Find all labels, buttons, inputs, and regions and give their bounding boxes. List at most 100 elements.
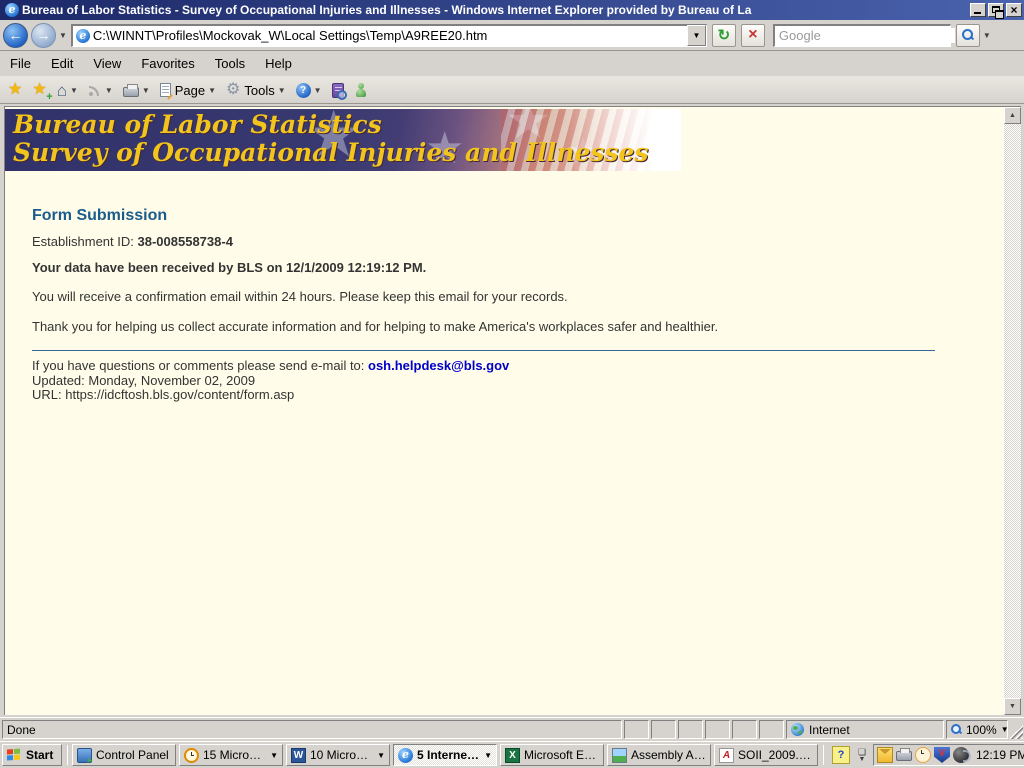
address-field-wrap: e ▼ [70,23,707,47]
status-bar: Done Internet 100% ▼ [0,717,1024,741]
menu-view[interactable]: View [83,53,131,74]
taskbar-group-internet-explorer[interactable]: e 5 Internet... ▼ [393,744,497,766]
status-pane [624,720,649,739]
scroll-up-button[interactable]: ▲ [1004,107,1021,124]
search-box-wrap [772,23,955,47]
restore-button[interactable] [988,3,1004,19]
helpdesk-email-link[interactable]: osh.helpdesk@bls.gov [368,358,509,373]
help-note-icon[interactable]: ? [832,746,850,764]
pdf-icon: A [719,747,734,763]
search-options-icon[interactable]: ▼ [983,31,991,40]
forward-button[interactable]: → [31,22,56,48]
history-dropdown-icon[interactable]: ▼ [59,31,67,40]
feeds-dropdown-icon[interactable]: ▼ [105,86,113,95]
group-dropdown-icon[interactable]: ▼ [377,751,385,760]
taskbar-group-office[interactable]: 15 Microso... ▼ [179,744,283,766]
search-input[interactable] [774,28,955,43]
add-favorite-button[interactable]: ★ + [30,79,52,104]
page-dropdown-icon[interactable]: ▼ [208,86,216,95]
establishment-label: Establishment ID: [32,234,138,249]
confirmation-email-paragraph: You will receive a confirmation email wi… [32,289,568,304]
taskbar-button-pdf[interactable]: A SOII_2009.p... [714,744,818,766]
restore-icon [992,6,1004,19]
banner-title: Bureau of Labor Statistics Survey of Occ… [13,111,648,167]
home-button[interactable]: ⌂ ▼ [55,79,80,101]
scrollbar-track[interactable] [1004,124,1021,698]
menu-tools[interactable]: Tools [205,53,255,74]
group-dropdown-icon[interactable]: ▼ [484,751,492,760]
bls-banner: ★ ★ ★ ★ Bureau of Labor Statistics Surve… [5,109,681,171]
mail-tray-icon[interactable] [877,747,893,763]
menu-file[interactable]: File [0,53,41,74]
address-input[interactable] [92,26,687,45]
menu-bar: File Edit View Favorites Tools Help [0,51,1024,77]
search-button[interactable] [955,23,980,47]
page-menu-button[interactable]: Page ▼ [158,79,218,101]
start-button[interactable]: Start [2,744,62,766]
divider [32,350,935,351]
status-pane [705,720,730,739]
resize-grip[interactable] [1009,725,1023,739]
taskbar-group-word[interactable]: W 10 Microso... ▼ [286,744,390,766]
chevron-down-icon: ▼ [858,755,866,763]
close-button[interactable]: × [1006,3,1022,17]
page-title: Form Submission [32,207,168,224]
tools-dropdown-icon[interactable]: ▼ [278,86,286,95]
refresh-icon: ↻ [717,26,731,44]
tray-chevron[interactable]: ❏ ▼ [854,747,870,763]
tools-menu-label: Tools [244,82,275,98]
taskbar-clock: 12:19 PM [976,748,1024,762]
back-button[interactable]: ← [3,22,28,48]
help-dropdown-icon[interactable]: ▼ [314,86,322,95]
window-title: Bureau of Labor Statistics - Survey of O… [22,3,752,17]
menu-edit[interactable]: Edit [41,53,83,74]
zoom-dropdown-icon[interactable]: ▼ [1001,725,1009,734]
favorites-button[interactable]: ★ [6,79,24,101]
word-icon: W [291,747,306,763]
clock-app-icon [184,747,199,763]
status-pane [678,720,703,739]
search-icon [961,29,974,41]
command-toolbar: ★ ★ + ⌂ ▼ ▼ ▼ Page ▼ ⚙ Tools ▼ ? ▼ [0,77,1024,104]
messenger-button[interactable] [352,79,370,101]
taskbar-button-assembly[interactable]: Assembly Ar... [607,744,711,766]
windows-logo-icon [7,748,21,762]
printer-tray-icon[interactable] [896,748,912,761]
clock-tray-icon[interactable] [915,747,931,763]
group-dropdown-icon[interactable]: ▼ [270,751,278,760]
gear-icon: ⚙ [226,81,241,98]
refresh-button[interactable]: ↻ [711,23,736,47]
antivirus-shield-icon[interactable]: V [934,747,950,763]
feeds-button[interactable]: ▼ [86,79,115,101]
printer-icon [122,84,139,97]
home-dropdown-icon[interactable]: ▼ [70,86,78,95]
research-button[interactable] [330,79,347,101]
internet-explorer-icon: e [398,747,413,763]
web-page: ★ ★ ★ ★ Bureau of Labor Statistics Surve… [5,107,1004,715]
status-pane [759,720,784,739]
scroll-down-button[interactable]: ▼ [1004,698,1021,715]
taskbar-button-excel[interactable]: X Microsoft Ex... [500,744,604,766]
received-confirmation: Your data have been received by BLS on 1… [32,260,427,275]
print-dropdown-icon[interactable]: ▼ [142,86,150,95]
banner-line1: Bureau of Labor Statistics [13,110,382,139]
vertical-scrollbar[interactable]: ▲ ▼ [1004,107,1021,715]
volume-tray-icon[interactable] [953,747,971,763]
form-submission-document: Form Submission Establishment ID: 38-008… [5,171,1004,403]
print-button[interactable]: ▼ [121,79,152,101]
help-button[interactable]: ? ▼ [294,79,324,101]
updated-line: Updated: Monday, November 02, 2009 [32,372,256,388]
minimize-button[interactable] [970,3,986,17]
rss-feed-icon [88,83,102,97]
menu-favorites[interactable]: Favorites [131,53,204,74]
zoom-control[interactable]: 100% ▼ [946,720,1009,739]
establishment-id: 38-008558738-4 [137,234,233,249]
plus-icon: + [46,91,53,103]
title-bar: e Bureau of Labor Statistics - Survey of… [0,0,1024,20]
tools-menu-button[interactable]: ⚙ Tools ▼ [224,79,288,101]
stop-button[interactable]: × [740,23,765,47]
zone-label: Internet [809,722,850,737]
taskbar-button-control-panel[interactable]: Control Panel [72,744,176,766]
address-dropdown-button[interactable]: ▼ [686,25,706,46]
menu-help[interactable]: Help [255,53,302,74]
